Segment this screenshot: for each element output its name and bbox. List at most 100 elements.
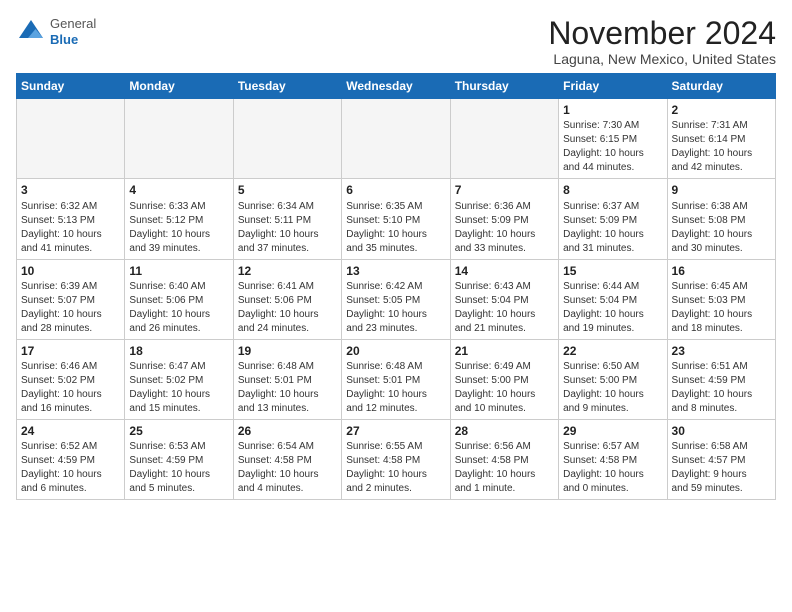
day-content: Sunrise: 6:35 AM Sunset: 5:10 PM Dayligh… [346,200,445,256]
day-number: 18 [129,343,228,359]
day-number: 20 [346,343,445,359]
calendar-day-cell: 21Sunrise: 6:49 AM Sunset: 5:00 PM Dayli… [450,339,558,419]
weekday-header: Friday [559,74,667,99]
calendar-day-cell [17,99,125,179]
weekday-header: Sunday [17,74,125,99]
calendar-day-cell: 7 Sunrise: 6:36 AM Sunset: 5:09 PM Daylig… [450,179,558,259]
calendar-day-cell [450,99,558,179]
logo-text: General Blue [50,16,96,47]
calendar-day-cell: 10Sunrise: 6:39 AM Sunset: 5:07 PM Dayli… [17,259,125,339]
day-content: Sunrise: 6:48 AM Sunset: 5:01 PM Dayligh… [346,360,445,416]
calendar-header-row: SundayMondayTuesdayWednesdayThursdayFrid… [17,74,776,99]
calendar-day-cell [125,99,233,179]
calendar-day-cell: 19Sunrise: 6:48 AM Sunset: 5:01 PM Dayli… [233,339,341,419]
day-content: Sunrise: 6:39 AM Sunset: 5:07 PM Dayligh… [21,280,120,336]
calendar-day-cell: 13Sunrise: 6:42 AM Sunset: 5:05 PM Dayli… [342,259,450,339]
calendar-day-cell: 2Sunrise: 7:31 AM Sunset: 6:14 PM Daylig… [667,99,775,179]
calendar-day-cell [233,99,341,179]
day-number: 30 [672,423,771,439]
calendar-day-cell: 28Sunrise: 6:56 AM Sunset: 4:58 PM Dayli… [450,419,558,499]
weekday-header: Wednesday [342,74,450,99]
title-block: November 2024 Laguna, New Mexico, United… [548,16,776,67]
day-number: 7 [455,182,554,198]
day-number: 3 [21,182,120,198]
day-content: Sunrise: 7:30 AM Sunset: 6:15 PM Dayligh… [563,119,662,175]
calendar-day-cell: 8 Sunrise: 6:37 AM Sunset: 5:09 PM Daylig… [559,179,667,259]
day-content: Sunrise: 6:45 AM Sunset: 5:03 PM Dayligh… [672,280,771,336]
calendar-day-cell: 11Sunrise: 6:40 AM Sunset: 5:06 PM Dayli… [125,259,233,339]
calendar-day-cell: 1Sunrise: 7:30 AM Sunset: 6:15 PM Daylig… [559,99,667,179]
calendar-day-cell: 23Sunrise: 6:51 AM Sunset: 4:59 PM Dayli… [667,339,775,419]
day-number: 13 [346,263,445,279]
calendar-day-cell: 24Sunrise: 6:52 AM Sunset: 4:59 PM Dayli… [17,419,125,499]
day-content: Sunrise: 6:32 AM Sunset: 5:13 PM Dayligh… [21,200,120,256]
calendar-day-cell: 16Sunrise: 6:45 AM Sunset: 5:03 PM Dayli… [667,259,775,339]
weekday-header: Thursday [450,74,558,99]
day-number: 5 [238,182,337,198]
day-number: 6 [346,182,445,198]
day-number: 2 [672,102,771,118]
day-content: Sunrise: 6:37 AM Sunset: 5:09 PM Dayligh… [563,200,662,256]
calendar-day-cell: 17Sunrise: 6:46 AM Sunset: 5:02 PM Dayli… [17,339,125,419]
header: General Blue November 2024 Laguna, New M… [16,16,776,67]
day-content: Sunrise: 6:46 AM Sunset: 5:02 PM Dayligh… [21,360,120,416]
calendar-day-cell: 30Sunrise: 6:58 AM Sunset: 4:57 PM Dayli… [667,419,775,499]
day-number: 24 [21,423,120,439]
calendar-day-cell: 14Sunrise: 6:43 AM Sunset: 5:04 PM Dayli… [450,259,558,339]
calendar-day-cell: 27Sunrise: 6:55 AM Sunset: 4:58 PM Dayli… [342,419,450,499]
calendar-day-cell: 20Sunrise: 6:48 AM Sunset: 5:01 PM Dayli… [342,339,450,419]
month-title: November 2024 [548,16,776,51]
day-content: Sunrise: 6:42 AM Sunset: 5:05 PM Dayligh… [346,280,445,336]
calendar-day-cell: 9 Sunrise: 6:38 AM Sunset: 5:08 PM Daylig… [667,179,775,259]
day-content: Sunrise: 6:50 AM Sunset: 5:00 PM Dayligh… [563,360,662,416]
calendar-day-cell: 18Sunrise: 6:47 AM Sunset: 5:02 PM Dayli… [125,339,233,419]
day-number: 16 [672,263,771,279]
day-content: Sunrise: 6:36 AM Sunset: 5:09 PM Dayligh… [455,200,554,256]
day-content: Sunrise: 6:44 AM Sunset: 5:04 PM Dayligh… [563,280,662,336]
day-content: Sunrise: 6:38 AM Sunset: 5:08 PM Dayligh… [672,200,771,256]
day-number: 29 [563,423,662,439]
day-content: Sunrise: 6:43 AM Sunset: 5:04 PM Dayligh… [455,280,554,336]
day-number: 17 [21,343,120,359]
day-number: 8 [563,182,662,198]
calendar-day-cell: 26Sunrise: 6:54 AM Sunset: 4:58 PM Dayli… [233,419,341,499]
day-content: Sunrise: 6:54 AM Sunset: 4:58 PM Dayligh… [238,440,337,496]
weekday-header: Tuesday [233,74,341,99]
calendar-day-cell: 4 Sunrise: 6:33 AM Sunset: 5:12 PM Daylig… [125,179,233,259]
calendar-day-cell: 22Sunrise: 6:50 AM Sunset: 5:00 PM Dayli… [559,339,667,419]
page-container: General Blue November 2024 Laguna, New M… [0,0,792,508]
day-content: Sunrise: 6:34 AM Sunset: 5:11 PM Dayligh… [238,200,337,256]
calendar-day-cell: 3 Sunrise: 6:32 AM Sunset: 5:13 PM Daylig… [17,179,125,259]
calendar-week-row: 10Sunrise: 6:39 AM Sunset: 5:07 PM Dayli… [17,259,776,339]
day-number: 25 [129,423,228,439]
day-content: Sunrise: 6:48 AM Sunset: 5:01 PM Dayligh… [238,360,337,416]
day-content: Sunrise: 6:58 AM Sunset: 4:57 PM Dayligh… [672,440,771,496]
day-content: Sunrise: 6:53 AM Sunset: 4:59 PM Dayligh… [129,440,228,496]
calendar-day-cell: 25Sunrise: 6:53 AM Sunset: 4:59 PM Dayli… [125,419,233,499]
day-number: 23 [672,343,771,359]
day-content: Sunrise: 6:56 AM Sunset: 4:58 PM Dayligh… [455,440,554,496]
day-number: 22 [563,343,662,359]
day-number: 11 [129,263,228,279]
day-number: 15 [563,263,662,279]
day-content: Sunrise: 6:57 AM Sunset: 4:58 PM Dayligh… [563,440,662,496]
calendar-day-cell: 12Sunrise: 6:41 AM Sunset: 5:06 PM Dayli… [233,259,341,339]
weekday-header: Monday [125,74,233,99]
day-number: 4 [129,182,228,198]
day-content: Sunrise: 6:33 AM Sunset: 5:12 PM Dayligh… [129,200,228,256]
day-number: 19 [238,343,337,359]
day-number: 9 [672,182,771,198]
weekday-header: Saturday [667,74,775,99]
day-number: 12 [238,263,337,279]
day-number: 1 [563,102,662,118]
day-content: Sunrise: 7:31 AM Sunset: 6:14 PM Dayligh… [672,119,771,175]
calendar-week-row: 24Sunrise: 6:52 AM Sunset: 4:59 PM Dayli… [17,419,776,499]
logo-general: General [50,16,96,32]
calendar-day-cell: 29Sunrise: 6:57 AM Sunset: 4:58 PM Dayli… [559,419,667,499]
day-number: 14 [455,263,554,279]
calendar-week-row: 1Sunrise: 7:30 AM Sunset: 6:15 PM Daylig… [17,99,776,179]
day-content: Sunrise: 6:49 AM Sunset: 5:00 PM Dayligh… [455,360,554,416]
day-number: 10 [21,263,120,279]
calendar-week-row: 3 Sunrise: 6:32 AM Sunset: 5:13 PM Daylig… [17,179,776,259]
logo: General Blue [16,16,96,47]
